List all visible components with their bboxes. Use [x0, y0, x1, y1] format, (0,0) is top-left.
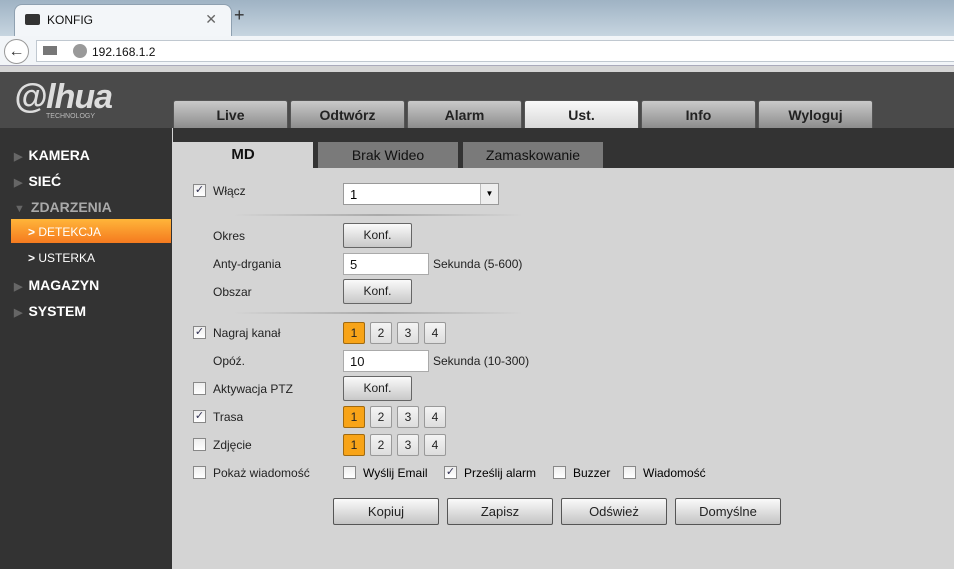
message-checkbox[interactable] — [623, 466, 636, 479]
email-checkbox[interactable] — [343, 466, 356, 479]
back-button[interactable]: ← — [4, 39, 29, 64]
divider — [233, 214, 523, 216]
tour-channel-2[interactable]: 2 — [370, 406, 392, 428]
snapshot-label: Zdjęcie — [213, 438, 252, 452]
logo-subtitle: TECHNOLOGY — [46, 113, 96, 120]
record-channel-3[interactable]: 3 — [397, 322, 419, 344]
subtab-video-loss[interactable]: Brak Wideo — [318, 142, 458, 168]
record-channel-4[interactable]: 4 — [424, 322, 446, 344]
snapshot-channel-4[interactable]: 4 — [424, 434, 446, 456]
subtab-masking[interactable]: Zamaskowanie — [463, 142, 603, 168]
delay-input[interactable]: 10 — [343, 350, 429, 372]
sidebar-item-storage[interactable]: ▶ MAGAZYN — [14, 277, 99, 293]
channel-select[interactable]: 1 ▼ — [343, 183, 499, 205]
sidebar-item-camera[interactable]: ▶ KAMERA — [14, 147, 90, 163]
sidebar-item-network[interactable]: ▶ SIEĆ — [14, 173, 61, 189]
snapshot-channel-3[interactable]: 3 — [397, 434, 419, 456]
show-message-checkbox[interactable] — [193, 466, 206, 479]
tour-label: Trasa — [213, 410, 244, 424]
divider — [233, 312, 523, 314]
tab-alarm[interactable]: Alarm — [407, 100, 522, 128]
buzzer-checkbox[interactable] — [553, 466, 566, 479]
save-button[interactable]: Zapisz — [447, 498, 553, 525]
anti-dither-hint: Sekunda (5-600) — [433, 257, 523, 271]
sidebar-item-system[interactable]: ▶ SYSTEM — [14, 303, 86, 319]
tab-settings[interactable]: Ust. — [524, 100, 639, 128]
tab-title: KONFIG — [47, 13, 94, 27]
subtab-md[interactable]: MD — [173, 142, 313, 168]
delay-hint: Sekunda (10-300) — [433, 354, 530, 368]
tour-channel-3[interactable]: 3 — [397, 406, 419, 428]
apps-icon[interactable] — [43, 46, 57, 55]
message-label: Wiadomość — [643, 466, 706, 480]
url-text: 192.168.1.2 — [92, 45, 156, 59]
snapshot-channel-2[interactable]: 2 — [370, 434, 392, 456]
refresh-button[interactable]: Odśwież — [561, 498, 667, 525]
record-label: Nagraj kanał — [213, 326, 281, 340]
tour-channel-4[interactable]: 4 — [424, 406, 446, 428]
period-config-button[interactable]: Konf. — [343, 223, 412, 248]
upload-alarm-label: Prześlij alarm — [464, 466, 537, 480]
sidebar — [0, 128, 172, 569]
ptz-label: Aktywacja PTZ — [213, 382, 294, 396]
new-tab-button[interactable]: + — [234, 5, 245, 26]
record-checkbox[interactable]: ✓ — [193, 326, 206, 339]
tab-live[interactable]: Live — [173, 100, 288, 128]
record-channel-2[interactable]: 2 — [370, 322, 392, 344]
dahua-logo: @lhua — [14, 78, 113, 116]
period-label: Okres — [213, 229, 246, 243]
upload-alarm-checkbox[interactable]: ✓ — [444, 466, 457, 479]
anti-dither-label: Anty-drgania — [213, 257, 282, 271]
sidebar-sub-detection[interactable]: > DETEKCJA — [28, 225, 101, 239]
delay-label: Opóź. — [213, 354, 246, 368]
default-button[interactable]: Domyślne — [675, 498, 781, 525]
tab-playback[interactable]: Odtwórz — [290, 100, 405, 128]
email-label: Wyślij Email — [363, 466, 428, 480]
tab-logout[interactable]: Wyloguj — [758, 100, 873, 128]
ptz-config-button[interactable]: Konf. — [343, 376, 412, 401]
sidebar-item-events[interactable]: ▼ ZDARZENIA — [14, 199, 112, 215]
copy-button[interactable]: Kopiuj — [333, 498, 439, 525]
camera-icon — [25, 14, 40, 25]
sidebar-sub-fault[interactable]: > USTERKA — [28, 251, 95, 265]
record-channel-1[interactable]: 1 — [343, 322, 365, 344]
area-label: Obszar — [213, 285, 252, 299]
snapshot-channel-1[interactable]: 1 — [343, 434, 365, 456]
tour-checkbox[interactable]: ✓ — [193, 410, 206, 423]
url-field[interactable]: 192.168.1.2 — [36, 40, 954, 62]
buzzer-label: Buzzer — [573, 466, 611, 480]
anti-dither-input[interactable]: 5 — [343, 253, 429, 275]
show-message-label: Pokaż wiadomość — [213, 466, 310, 480]
tab-info[interactable]: Info — [641, 100, 756, 128]
close-icon[interactable]: ✕ — [205, 11, 217, 28]
area-config-button[interactable]: Konf. — [343, 279, 412, 304]
chevron-down-icon: ▼ — [480, 184, 498, 204]
snapshot-checkbox[interactable] — [193, 438, 206, 451]
browser-tab[interactable]: KONFIG ✕ — [14, 4, 232, 36]
ptz-checkbox[interactable] — [193, 382, 206, 395]
enable-checkbox[interactable]: ✓ — [193, 184, 206, 197]
enable-label: Włącz — [213, 184, 246, 198]
globe-icon — [73, 44, 87, 58]
tour-channel-1[interactable]: 1 — [343, 406, 365, 428]
